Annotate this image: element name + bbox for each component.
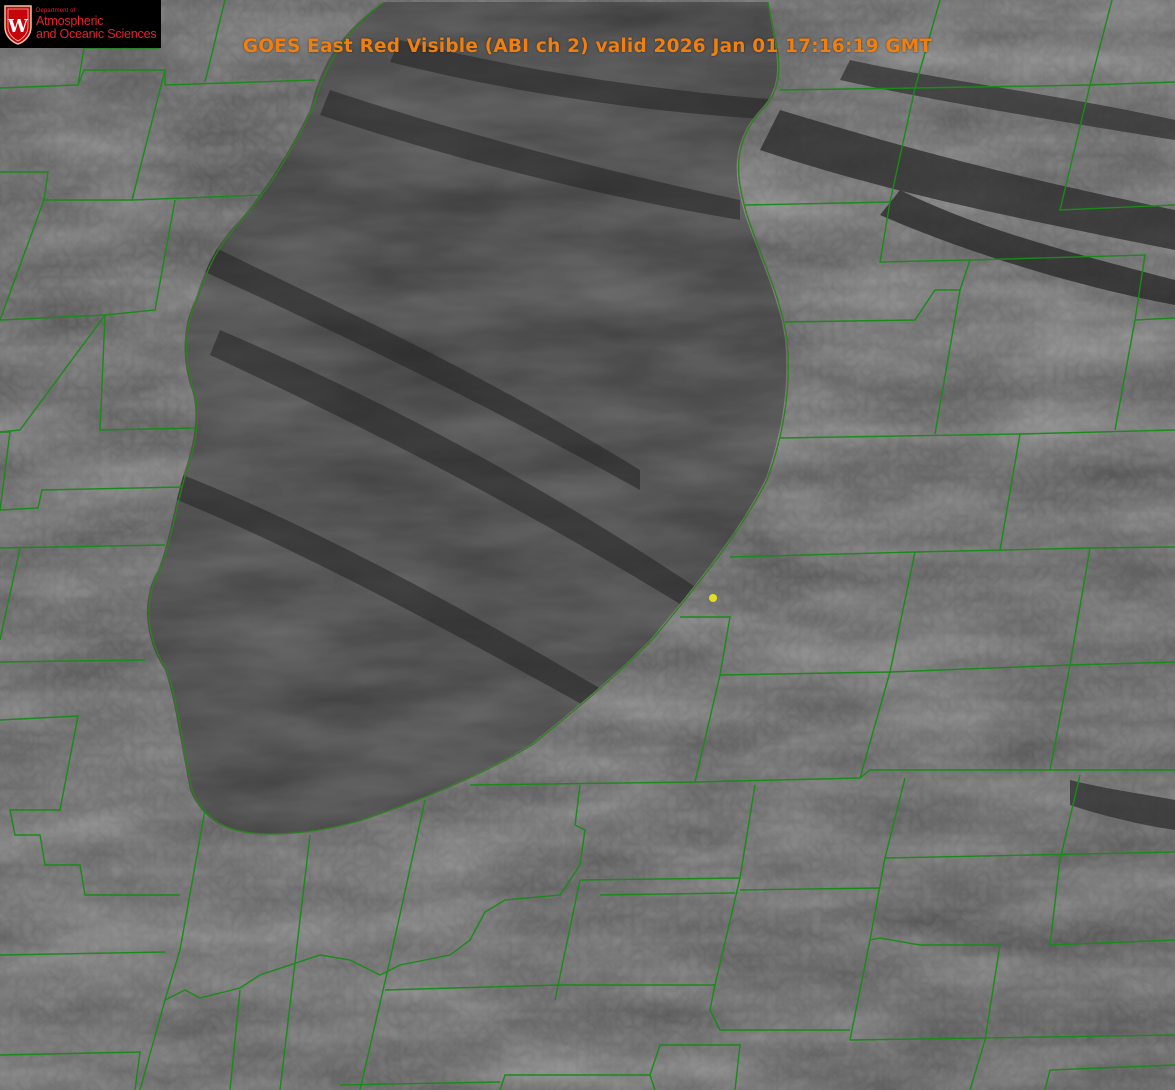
satellite-viewer: W Department of Atmospheric and Oceanic … <box>0 0 1175 1090</box>
department-line1: Atmospheric <box>36 13 104 28</box>
product-title: GOES East Red Visible (ABI ch 2) valid 2… <box>242 36 933 57</box>
satellite-map[interactable] <box>0 0 1175 1090</box>
department-label: Department of <box>36 7 76 14</box>
crest-letter: W <box>7 16 29 37</box>
site-marker-icon[interactable] <box>709 594 717 602</box>
